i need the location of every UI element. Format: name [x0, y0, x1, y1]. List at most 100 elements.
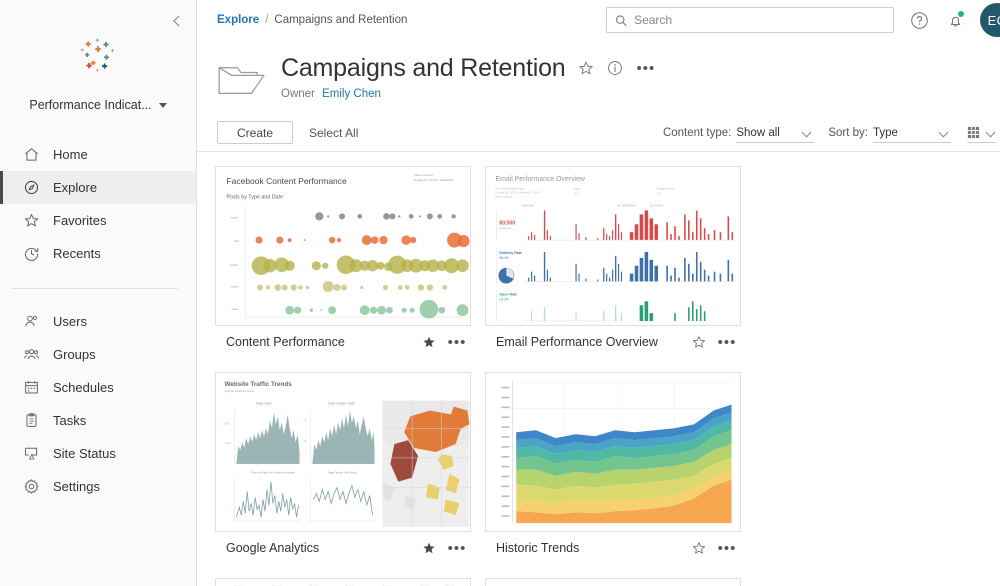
card-thumbnail[interactable]: Week 1Week 2Week 3 Week 4Week 5Week 6 We… — [215, 578, 471, 586]
content-grid: Facebook Content Performance Video Conte… — [197, 152, 1000, 586]
email-bars-thumbnail: Email Performance Overview Key of Perfor… — [486, 167, 740, 325]
card-more-button[interactable]: ••• — [717, 538, 737, 558]
card-favorite-button[interactable] — [419, 332, 439, 352]
more-horizontal-icon: ••• — [717, 333, 737, 351]
search-input[interactable] — [634, 13, 885, 27]
svg-text:Active: Active — [574, 187, 582, 191]
sidebar-item-home[interactable]: Home — [0, 138, 196, 171]
svg-text:Open Rate: Open Rate — [499, 292, 517, 296]
svg-text:98.1%: 98.1% — [499, 256, 509, 260]
svg-text:photo: photo — [230, 263, 238, 267]
users-icon — [25, 315, 37, 327]
bubble-chart-thumbnail: Facebook Content Performance Video Conte… — [216, 167, 470, 325]
card-footer: Email Performance Overview ••• — [485, 326, 741, 358]
card-title[interactable]: Google Analytics — [226, 541, 411, 555]
view-mode-select[interactable] — [967, 123, 996, 143]
sidebar-item-label: Tasks — [53, 413, 87, 428]
topbar-actions: EC — [606, 0, 1000, 40]
svg-text:112: 112 — [656, 192, 661, 196]
sidebar-item-recents[interactable]: Recents — [0, 237, 196, 270]
toolbar-filters: Content type: Show all Sort by: Type — [649, 114, 996, 152]
search-box[interactable] — [606, 7, 894, 33]
create-button[interactable]: Create — [217, 121, 293, 144]
info-circle-icon — [608, 61, 623, 76]
svg-text:Engaged Users: Engaged Users — [656, 187, 674, 191]
star-filled-icon — [423, 336, 435, 348]
sidebar-nav-primary: Home Explore Favorites Recents — [0, 138, 196, 270]
sidebar-collapse-button[interactable] — [166, 10, 188, 32]
content-type-select[interactable]: Show all — [736, 123, 815, 143]
sidebar-item-explore[interactable]: Explore — [0, 171, 196, 204]
card-more-button[interactable]: ••• — [447, 332, 467, 352]
sidebar-item-tasks[interactable]: Tasks — [0, 404, 196, 437]
card-title[interactable]: Historic Trends — [496, 541, 681, 555]
card-thumbnail[interactable] — [485, 372, 741, 532]
content-card: Historic Trends ••• — [485, 372, 741, 564]
stacked-area-thumbnail — [486, 373, 740, 531]
home-icon — [25, 148, 38, 161]
card-favorite-button[interactable] — [689, 332, 709, 352]
more-actions-button[interactable]: ••• — [636, 61, 655, 76]
site-picker[interactable]: Performance Indicat... — [0, 98, 196, 112]
star-icon — [24, 213, 39, 227]
content-toolbar: Create Select All Content type: Show all… — [197, 114, 1000, 152]
select-all-button[interactable]: Select All — [309, 126, 358, 140]
card-thumbnail[interactable]: Email Performance Overview Key of Perfor… — [485, 166, 741, 326]
card-more-button[interactable]: ••• — [447, 538, 467, 558]
details-info-button[interactable] — [607, 60, 623, 76]
card-footer: Content Performance ••• — [215, 326, 471, 358]
star-outline-icon — [692, 542, 706, 554]
sidebar-item-users[interactable]: Users — [0, 305, 196, 338]
sort-by-select[interactable]: Type — [873, 123, 951, 143]
card-favorite-button[interactable] — [419, 538, 439, 558]
gantt-heatmap-thumbnail: Week 1Week 2Week 3 Week 4Week 5Week 6 We… — [216, 579, 470, 586]
more-horizontal-icon: ••• — [636, 59, 656, 77]
card-thumbnail[interactable]: Renewal Rate — [485, 578, 741, 586]
sidebar-divider — [12, 288, 178, 289]
groups-icon — [24, 349, 39, 360]
help-button[interactable] — [908, 9, 930, 31]
breadcrumb: Explore / Campaigns and Retention — [217, 14, 407, 26]
card-footer: Google Analytics ••• — [215, 532, 471, 564]
sidebar: Performance Indicat... Home Explore Favo… — [0, 0, 197, 586]
more-horizontal-icon: ••• — [447, 539, 467, 557]
svg-text:Page Views Per Visitor: Page Views Per Visitor — [328, 471, 357, 475]
svg-text:Time on Page Per Visitor (seco: Time on Page Per Visitor (seconds) — [250, 471, 295, 475]
owner-name-link[interactable]: Emily Chen — [322, 88, 381, 100]
svg-text:video: video — [231, 307, 239, 311]
favorite-toggle-button[interactable] — [578, 60, 594, 76]
avatar[interactable]: EC — [980, 3, 1000, 37]
svg-text:TIMELINE: TIMELINE — [521, 204, 534, 208]
notifications-button[interactable] — [944, 9, 966, 31]
grid-view-icon — [967, 126, 980, 139]
sidebar-item-schedules[interactable]: Schedules — [0, 371, 196, 404]
tableau-server-app: Performance Indicat... Home Explore Favo… — [0, 0, 1000, 586]
sidebar-item-label: Schedules — [53, 380, 114, 395]
sidebar-item-label: Site Status — [53, 446, 116, 461]
sort-by-label: Sort by: — [828, 127, 868, 139]
svg-text:Facebook Content Performance: Facebook Content Performance — [226, 176, 347, 186]
star-outline-icon — [579, 62, 594, 75]
svg-text:Email Performance Overview: Email Performance Overview — [495, 176, 584, 183]
content-card: Facebook Content Performance Video Conte… — [215, 166, 471, 358]
svg-text:Video Content: Video Content — [414, 173, 433, 177]
svg-text:emails sent: emails sent — [499, 227, 511, 230]
topbar: Explore / Campaigns and Retention Search… — [197, 0, 1000, 40]
clock-icon — [25, 247, 39, 261]
card-thumbnail[interactable]: Facebook Content Performance Video Conte… — [215, 166, 471, 326]
breadcrumb-explore-link[interactable]: Explore — [217, 14, 259, 26]
calendar-icon — [25, 381, 38, 394]
svg-text:83,500: 83,500 — [499, 220, 515, 226]
sidebar-item-site-status[interactable]: Site Status — [0, 437, 196, 470]
card-title[interactable]: Email Performance Overview — [496, 335, 681, 349]
card-title[interactable]: Content Performance — [226, 335, 411, 349]
svg-text:and for Causes: and for Causes — [495, 195, 513, 199]
card-favorite-button[interactable] — [689, 538, 709, 558]
more-horizontal-icon: ••• — [717, 539, 737, 557]
card-thumbnail[interactable]: Website Traffic Trends Google Analytics … — [215, 372, 471, 532]
sidebar-item-settings[interactable]: Settings — [0, 470, 196, 503]
sidebar-item-groups[interactable]: Groups — [0, 338, 196, 371]
content-card: Renewal Rate — [485, 578, 741, 586]
sidebar-item-favorites[interactable]: Favorites — [0, 204, 196, 237]
card-more-button[interactable]: ••• — [717, 332, 737, 352]
